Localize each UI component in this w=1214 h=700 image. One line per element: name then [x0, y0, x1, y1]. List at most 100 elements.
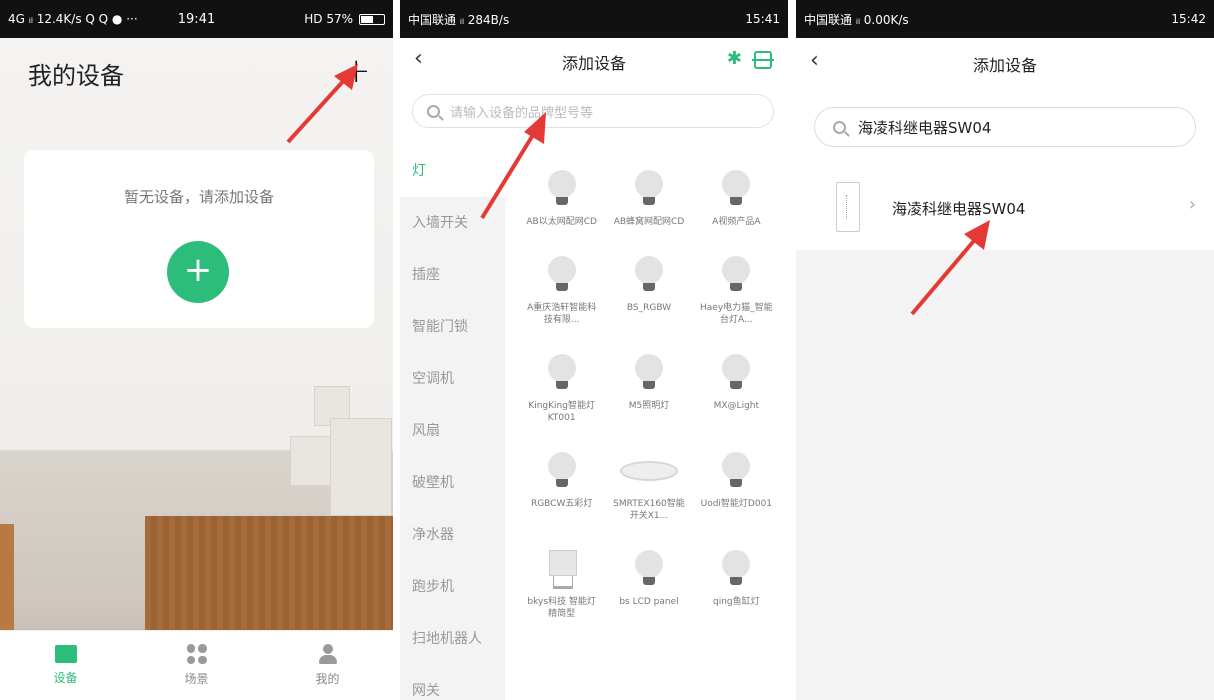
device-item[interactable]: Haey电力猫_智能台灯A...	[693, 256, 780, 326]
category-item[interactable]: 净水器	[400, 509, 505, 561]
decor-box	[330, 418, 392, 516]
device-label: KingKing智能灯KT001	[528, 401, 595, 423]
bulb-icon	[546, 354, 578, 392]
tab-label: 设备	[53, 671, 78, 685]
search-input[interactable]: 请输入设备的品牌型号等	[412, 94, 774, 128]
search-input[interactable]: 海凌科继电器SW04	[814, 107, 1196, 147]
category-item[interactable]: 智能门锁	[400, 301, 505, 353]
category-item[interactable]: 网关	[400, 665, 505, 700]
screen-add-device: 中国联通 ᵢₗ 284B/s 15:41 ‹ 添加设备 ✱ 请输入设备的品牌型号…	[400, 0, 788, 700]
device-item[interactable]: Uodi智能灯D001	[693, 452, 780, 522]
device-item[interactable]: RGBCW五彩灯	[518, 452, 605, 522]
add-device-fab[interactable]: +	[167, 241, 229, 303]
tab-label: 我的	[315, 672, 340, 686]
device-item[interactable]: bkys科技 智能灯精简型	[518, 550, 605, 620]
device-label: SMRTEX160智能开关X1...	[613, 499, 685, 521]
bulb-icon	[720, 452, 752, 490]
tab-bar: 设备 场景 我的	[0, 630, 393, 700]
category-item[interactable]: 入墙开关	[400, 197, 505, 249]
device-label: Uodi智能灯D001	[700, 499, 773, 509]
tab-devices[interactable]: 设备	[0, 631, 131, 700]
panel-light-icon	[619, 461, 678, 481]
device-item[interactable]: AB以太网配网CD	[518, 170, 605, 228]
profile-icon	[318, 644, 337, 664]
category-item[interactable]: 破壁机	[400, 457, 505, 509]
status-left: 中国联通 ᵢₗ 284B/s	[408, 12, 510, 27]
category-list: 灯入墙开关 插座 智能门锁 空调机 风扇 破壁机 净水器 跑步机 扫地机器人 网关	[400, 145, 505, 700]
device-item[interactable]: A重庆浩轩智能科技有限...	[518, 256, 605, 326]
status-left: 4G ᵢₗ 12.4K/s Q Q ● ···	[8, 12, 138, 26]
bulb-icon	[720, 550, 752, 588]
device-label: BS_RGBW	[626, 303, 672, 313]
device-label: AB以太网配网CD	[526, 217, 597, 227]
status-right: 15:41	[745, 12, 780, 26]
nav-bar: ‹ 添加设备 ✱	[400, 38, 788, 82]
category-item[interactable]: 空调机	[400, 353, 505, 405]
bulb-icon	[633, 550, 665, 588]
device-label: A重庆浩轩智能科技有限...	[527, 303, 597, 325]
search-icon	[427, 104, 440, 118]
bluetooth-icon[interactable]: ✱	[727, 48, 742, 69]
search-result-item[interactable]: 海凌科继电器SW04 ›	[796, 170, 1214, 248]
search-icon	[833, 120, 846, 134]
chevron-right-icon: ›	[1188, 194, 1196, 215]
battery-icon	[359, 13, 385, 25]
device-item[interactable]: A视频产品A	[693, 170, 780, 228]
screen-search-result: 中国联通 ᵢₗ 0.00K/s 15:42 ‹ 添加设备 海凌科继电器SW04 …	[796, 0, 1214, 700]
bulb-icon	[633, 256, 665, 294]
tab-me[interactable]: 我的	[262, 631, 393, 700]
category-item[interactable]: 插座	[400, 249, 505, 301]
status-bar: 中国联通 ᵢₗ 0.00K/s 15:42	[796, 0, 1214, 38]
status-time: 19:41	[177, 11, 216, 27]
status-bar: 中国联通 ᵢₗ 284B/s 15:41	[400, 0, 788, 38]
bulb-icon	[546, 452, 578, 490]
category-item[interactable]: 扫地机器人	[400, 613, 505, 665]
status-right-text: HD 57%	[304, 12, 353, 26]
device-item[interactable]: qing鱼缸灯	[693, 550, 780, 620]
screen-my-devices: 4G ᵢₗ 12.4K/s Q Q ● ··· 19:41 HD 57% 我的设…	[0, 0, 393, 700]
status-left: 中国联通 ᵢₗ 0.00K/s	[804, 12, 909, 27]
background-photo	[0, 38, 393, 700]
empty-card: 暂无设备，请添加设备 +	[24, 150, 374, 328]
scene-icon	[186, 644, 207, 664]
table-lamp-icon	[547, 550, 577, 589]
bulb-icon	[633, 170, 665, 208]
tab-label: 场景	[184, 672, 209, 686]
status-bar: 4G ᵢₗ 12.4K/s Q Q ● ··· 19:41 HD 57%	[0, 0, 393, 38]
device-label: qing鱼缸灯	[713, 597, 760, 607]
device-item[interactable]: BS_RGBW	[605, 256, 692, 326]
bulb-icon	[546, 256, 578, 294]
device-label: MX@Light	[713, 401, 760, 411]
relay-device-icon	[836, 182, 860, 232]
category-item[interactable]: 风扇	[400, 405, 505, 457]
device-label: AB蜂窝网配网CD	[613, 217, 685, 227]
empty-text: 暂无设备，请添加设备	[123, 188, 274, 206]
tab-scenes[interactable]: 场景	[131, 631, 262, 700]
category-item[interactable]: 灯	[400, 145, 505, 197]
device-label: Haey电力猫_智能台灯A...	[700, 303, 773, 325]
device-label: bs LCD panel	[619, 597, 679, 607]
status-right: 15:42	[1171, 12, 1206, 26]
nav-title: 添加设备	[972, 56, 1037, 75]
device-label: RGBCW五彩灯	[530, 499, 593, 509]
device-item[interactable]: KingKing智能灯KT001	[518, 354, 605, 424]
device-item[interactable]: MX@Light	[693, 354, 780, 424]
device-icon	[54, 645, 77, 663]
search-value: 海凌科继电器SW04	[858, 118, 992, 137]
category-item[interactable]: 跑步机	[400, 561, 505, 613]
status-right: HD 57%	[304, 12, 385, 26]
scan-icon[interactable]	[752, 51, 774, 69]
bulb-icon	[720, 256, 752, 294]
nav-bar: ‹ 添加设备	[796, 40, 1214, 84]
device-item[interactable]: SMRTEX160智能开关X1...	[605, 452, 692, 522]
device-item[interactable]: M5照明灯	[605, 354, 692, 424]
bulb-icon	[546, 170, 578, 208]
device-label: M5照明灯	[628, 401, 670, 411]
empty-area	[796, 250, 1214, 700]
device-item[interactable]: AB蜂窝网配网CD	[605, 170, 692, 228]
device-item[interactable]: bs LCD panel	[605, 550, 692, 620]
device-grid: AB以太网配网CD AB蜂窝网配网CD A视频产品A A重庆浩轩智能科技有限... BS…	[518, 170, 780, 620]
result-name: 海凌科继电器SW04	[892, 200, 1026, 218]
bulb-icon	[633, 354, 665, 392]
add-device-button[interactable]: +	[342, 54, 371, 88]
